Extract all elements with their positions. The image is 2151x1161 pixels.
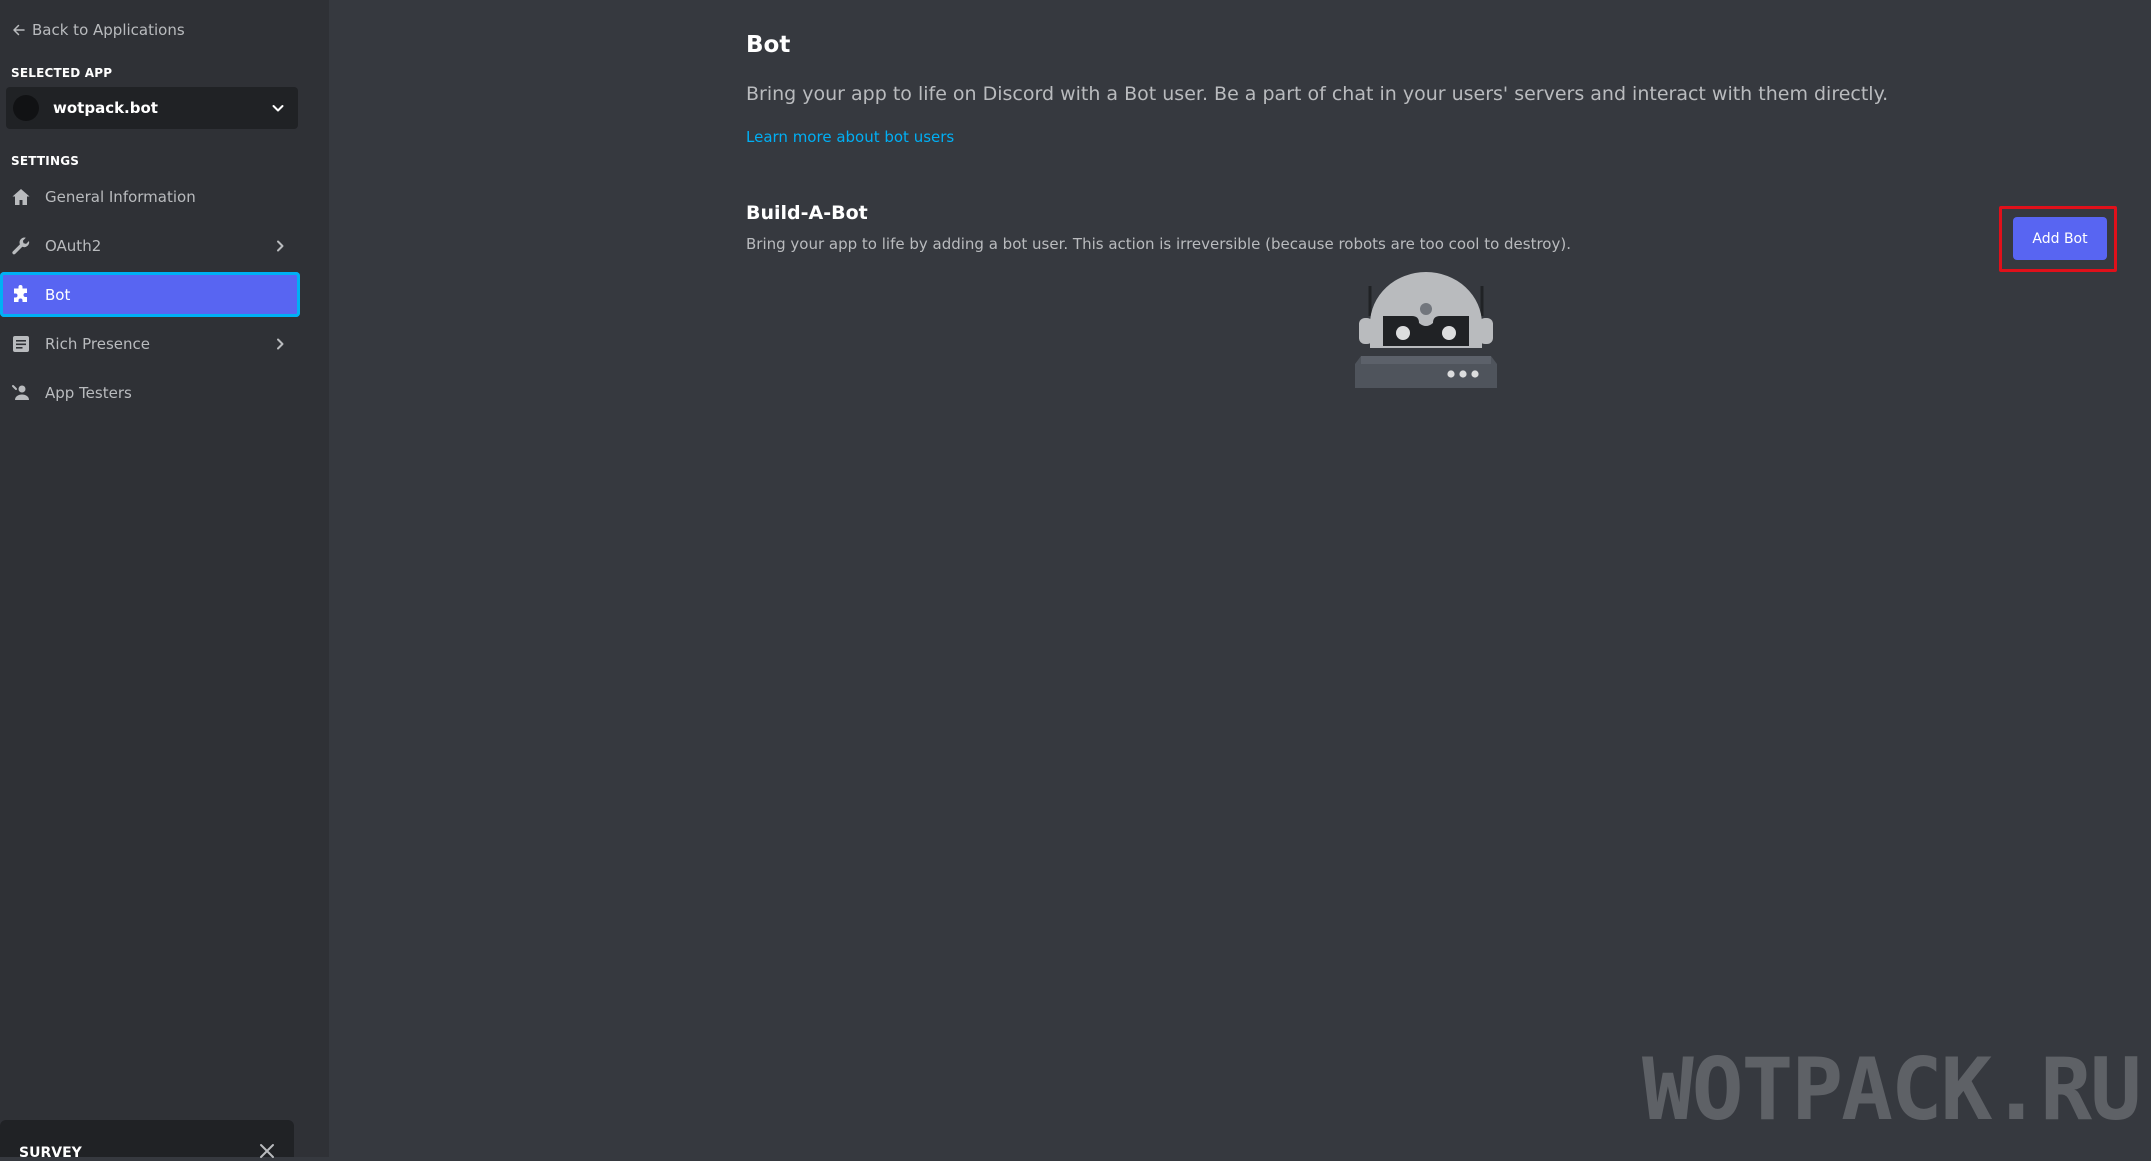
build-a-bot-description: Bring your app to life by adding a bot u…	[746, 235, 1571, 253]
survey-title: SURVEY	[19, 1145, 82, 1161]
selected-app-heading: SELECTED APP	[11, 66, 113, 80]
back-to-applications-link[interactable]: Back to Applications	[11, 20, 185, 40]
home-icon	[12, 188, 30, 205]
sidebar-item-oauth2[interactable]: OAuth2	[0, 223, 300, 268]
puzzle-icon	[14, 284, 27, 302]
sidebar-item-label: Rich Presence	[45, 334, 150, 353]
learn-more-link[interactable]: Learn more about bot users	[746, 128, 954, 146]
sidebar-item-label: General Information	[45, 187, 196, 206]
page-title: Bot	[746, 32, 791, 58]
sidebar-item-general-information[interactable]: General Information	[0, 174, 300, 219]
wrench-icon	[12, 237, 30, 254]
chevron-right-icon	[277, 240, 284, 251]
robot-illustration	[1355, 272, 1497, 388]
back-link-label: Back to Applications	[32, 21, 185, 39]
chevron-down-icon	[272, 105, 284, 112]
sidebar: Back to Applications SELECTED APP wotpac…	[0, 0, 329, 1161]
arrow-left-icon	[13, 24, 25, 36]
close-icon[interactable]	[258, 1142, 276, 1160]
sidebar-item-label: App Testers	[45, 383, 132, 402]
app-selector-dropdown[interactable]: wotpack.bot	[6, 87, 298, 129]
app-name: wotpack.bot	[53, 99, 158, 117]
sidebar-item-label: Bot	[45, 285, 71, 304]
settings-heading: SETTINGS	[11, 154, 80, 168]
watermark: WOTPACK.RU	[1642, 1040, 2142, 1140]
sidebar-item-label: OAuth2	[45, 236, 102, 255]
sidebar-item-bot[interactable]: Bot	[0, 272, 300, 317]
sidebar-item-rich-presence[interactable]: Rich Presence	[0, 321, 300, 366]
build-a-bot-title: Build-A-Bot	[746, 202, 868, 224]
document-icon	[13, 335, 29, 352]
app-avatar	[13, 95, 39, 121]
add-bot-button[interactable]: Add Bot	[2013, 217, 2107, 260]
sidebar-item-app-testers[interactable]: App Testers	[0, 370, 300, 415]
page-description: Bring your app to life on Discord with a…	[746, 83, 1889, 105]
survey-panel: SURVEY	[0, 1120, 294, 1161]
chevron-right-icon	[277, 338, 284, 349]
user-icon	[12, 384, 29, 400]
